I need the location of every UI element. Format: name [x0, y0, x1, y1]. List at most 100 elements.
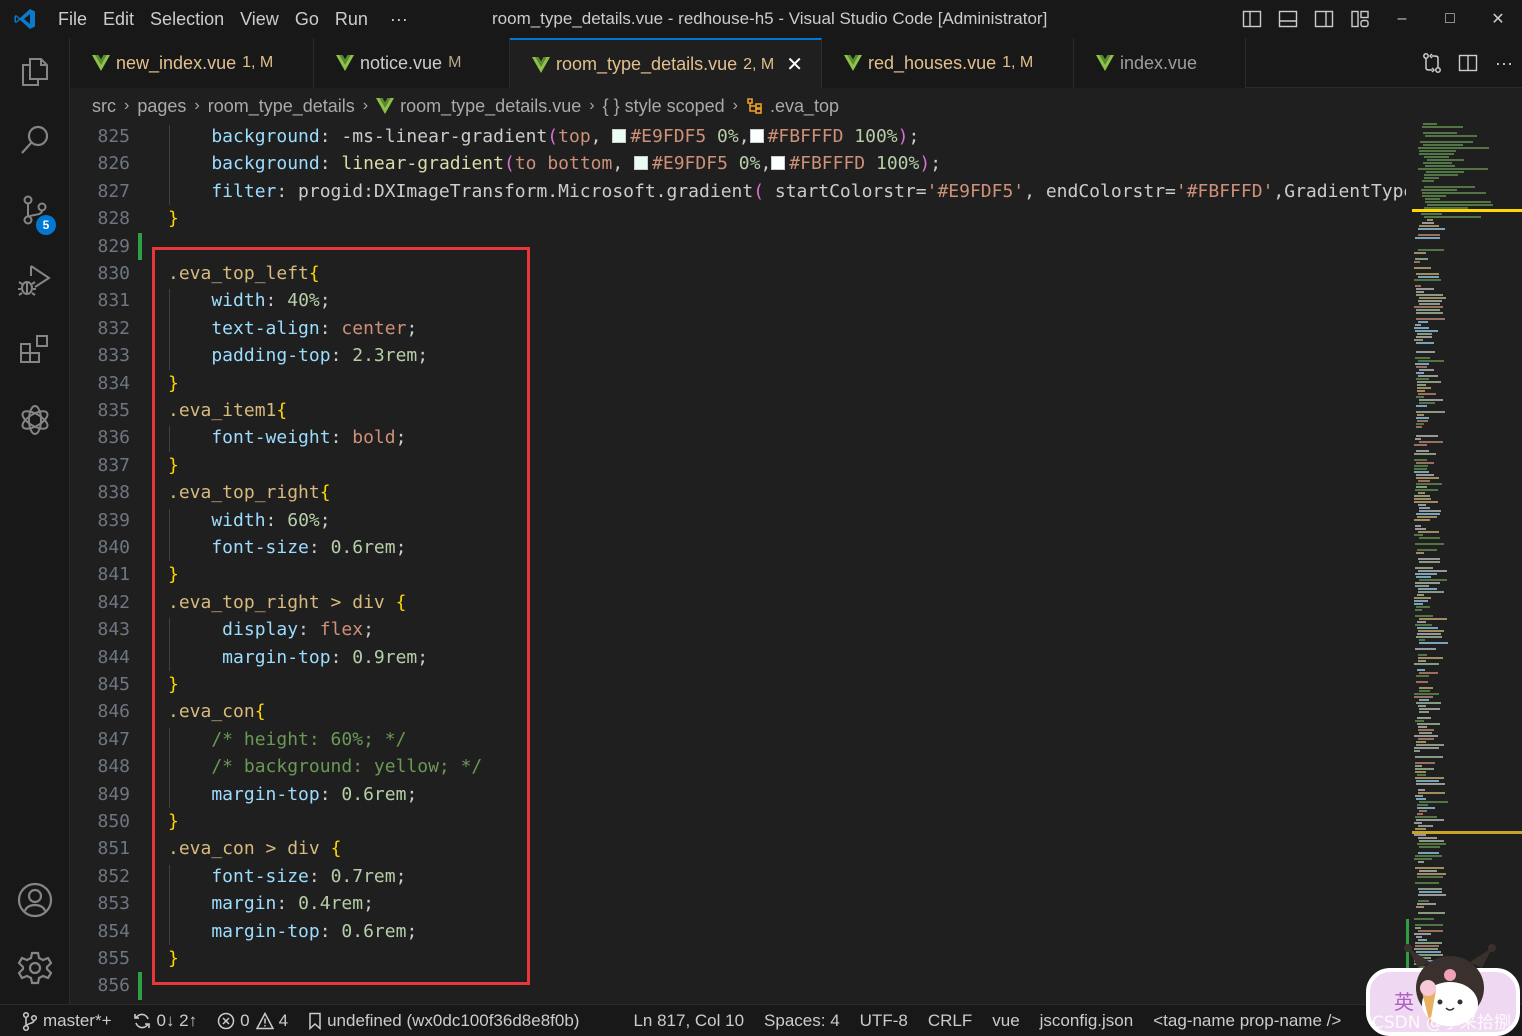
line-number[interactable]: 853	[70, 890, 130, 917]
line-number[interactable]: 825	[70, 123, 130, 150]
cursor-position[interactable]: Ln 817, Col 10	[623, 1005, 754, 1036]
line-number[interactable]: 848	[70, 753, 130, 780]
maximize-button[interactable]: □	[1426, 0, 1474, 38]
line-number[interactable]: 832	[70, 315, 130, 342]
code-line[interactable]: 848 /* background: yellow; */	[70, 753, 1406, 780]
line-number[interactable]: 856	[70, 972, 130, 999]
toggle-secondary-sidebar-icon[interactable]	[1306, 0, 1342, 38]
minimize-button[interactable]: –	[1378, 0, 1426, 38]
menu-run[interactable]: Run	[327, 0, 376, 38]
menu-more[interactable]: ···	[376, 0, 422, 38]
language-mode[interactable]: vue	[982, 1005, 1029, 1036]
indentation-status[interactable]: Spaces: 4	[754, 1005, 850, 1036]
search-icon[interactable]	[0, 110, 70, 170]
code-line[interactable]: 842 .eva_top_right > div {	[70, 589, 1406, 616]
code-line[interactable]: 845}	[70, 671, 1406, 698]
explorer-icon[interactable]	[0, 42, 70, 102]
account-icon[interactable]	[0, 870, 70, 930]
eol-status[interactable]: CRLF	[918, 1005, 982, 1036]
code-line[interactable]: 830 .eva_top_left{	[70, 260, 1406, 287]
line-number[interactable]: 834	[70, 370, 130, 397]
line-number[interactable]: 843	[70, 616, 130, 643]
line-number[interactable]: 830	[70, 260, 130, 287]
source-control-icon[interactable]: 5	[0, 180, 70, 240]
tab-notice-vue[interactable]: notice.vue M	[314, 38, 510, 88]
run-debug-icon[interactable]	[0, 250, 70, 310]
close-tab-icon[interactable]: ✕	[786, 52, 803, 77]
code-line[interactable]: 825 background: -ms-linear-gradient(top,…	[70, 123, 1406, 150]
code-line[interactable]: 831 width: 40%;	[70, 287, 1406, 314]
code-editor[interactable]: 825 background: -ms-linear-gradient(top,…	[70, 123, 1406, 1004]
menu-view[interactable]: View	[232, 0, 287, 38]
code-line[interactable]: 838 .eva_top_right{	[70, 479, 1406, 506]
code-line[interactable]: 841}	[70, 561, 1406, 588]
code-line[interactable]: 828}	[70, 205, 1406, 232]
more-actions-icon[interactable]: ···	[1486, 38, 1522, 88]
code-line[interactable]: 847 /* height: 60%; */	[70, 726, 1406, 753]
code-line[interactable]: 832 text-align: center;	[70, 315, 1406, 342]
breadcrumb-src[interactable]: src	[92, 96, 116, 117]
encoding-status[interactable]: UTF-8	[850, 1005, 918, 1036]
menu-selection[interactable]: Selection	[142, 0, 232, 38]
line-number[interactable]: 838	[70, 479, 130, 506]
line-number[interactable]: 851	[70, 835, 130, 862]
color-swatch[interactable]	[612, 129, 627, 143]
branch-status[interactable]: master*+	[0, 1005, 122, 1036]
line-number[interactable]: 837	[70, 452, 130, 479]
line-number[interactable]: 844	[70, 644, 130, 671]
line-number[interactable]: 835	[70, 397, 130, 424]
breadcrumb-pages[interactable]: pages	[137, 96, 186, 117]
line-number[interactable]: 842	[70, 589, 130, 616]
tab-room-type-details-vue[interactable]: room_type_details.vue 2, M ✕	[510, 38, 822, 89]
toggle-panel-icon[interactable]	[1270, 0, 1306, 38]
breadcrumb-folder[interactable]: room_type_details	[208, 96, 355, 117]
line-number[interactable]: 833	[70, 342, 130, 369]
jsconfig-status[interactable]: jsconfig.json	[1030, 1005, 1144, 1036]
code-line[interactable]: 839 width: 60%;	[70, 507, 1406, 534]
line-number[interactable]: 845	[70, 671, 130, 698]
tab-index-vue[interactable]: index.vue	[1074, 38, 1246, 88]
color-swatch[interactable]	[771, 156, 786, 171]
settings-gear-icon[interactable]	[0, 938, 70, 998]
code-line[interactable]: 835 .eva_item1{	[70, 397, 1406, 424]
line-number[interactable]: 826	[70, 150, 130, 177]
line-number[interactable]: 836	[70, 424, 130, 451]
line-number[interactable]: 847	[70, 726, 130, 753]
breadcrumb-style-scoped[interactable]: { } style scoped	[603, 96, 725, 117]
line-number[interactable]: 827	[70, 178, 130, 205]
chatgpt-icon[interactable]	[0, 390, 70, 450]
code-line[interactable]: 834}	[70, 370, 1406, 397]
split-editor-icon[interactable]	[1450, 38, 1486, 88]
line-number[interactable]: 849	[70, 781, 130, 808]
color-swatch[interactable]	[749, 129, 764, 143]
line-number[interactable]: 854	[70, 918, 130, 945]
toggle-primary-sidebar-icon[interactable]	[1234, 0, 1270, 38]
extensions-icon[interactable]	[0, 320, 70, 380]
code-line[interactable]: 849 margin-top: 0.6rem;	[70, 781, 1406, 808]
code-line[interactable]: 852 font-size: 0.7rem;	[70, 863, 1406, 890]
menu-go[interactable]: Go	[287, 0, 327, 38]
close-window-button[interactable]: ✕	[1474, 0, 1522, 38]
code-line[interactable]: 826 background: linear-gradient(to botto…	[70, 150, 1406, 177]
code-line[interactable]: 851 .eva_con > div {	[70, 835, 1406, 862]
bookmark-status[interactable]: undefined (wx0dc100f36d8e8f0b)	[298, 1005, 589, 1036]
snippet-status[interactable]: <tag-name prop-name />	[1143, 1005, 1351, 1036]
code-line[interactable]: 829	[70, 233, 1406, 260]
breadcrumb-file[interactable]: room_type_details.vue	[400, 96, 581, 117]
menu-file[interactable]: File	[50, 0, 95, 38]
code-line[interactable]: 856	[70, 972, 1406, 999]
code-line[interactable]: 846 .eva_con{	[70, 698, 1406, 725]
menu-edit[interactable]: Edit	[95, 0, 142, 38]
customize-layout-icon[interactable]	[1342, 0, 1378, 38]
code-line[interactable]: 840 font-size: 0.6rem;	[70, 534, 1406, 561]
line-number[interactable]: 831	[70, 287, 130, 314]
line-number[interactable]: 829	[70, 233, 130, 260]
code-line[interactable]: 837}	[70, 452, 1406, 479]
code-line[interactable]: 836 font-weight: bold;	[70, 424, 1406, 451]
line-number[interactable]: 839	[70, 507, 130, 534]
line-number[interactable]: 850	[70, 808, 130, 835]
line-number[interactable]: 852	[70, 863, 130, 890]
breadcrumb-symbol[interactable]: .eva_top	[770, 96, 839, 117]
code-line[interactable]: 850}	[70, 808, 1406, 835]
git-added-gutter-marker[interactable]	[138, 972, 142, 1000]
